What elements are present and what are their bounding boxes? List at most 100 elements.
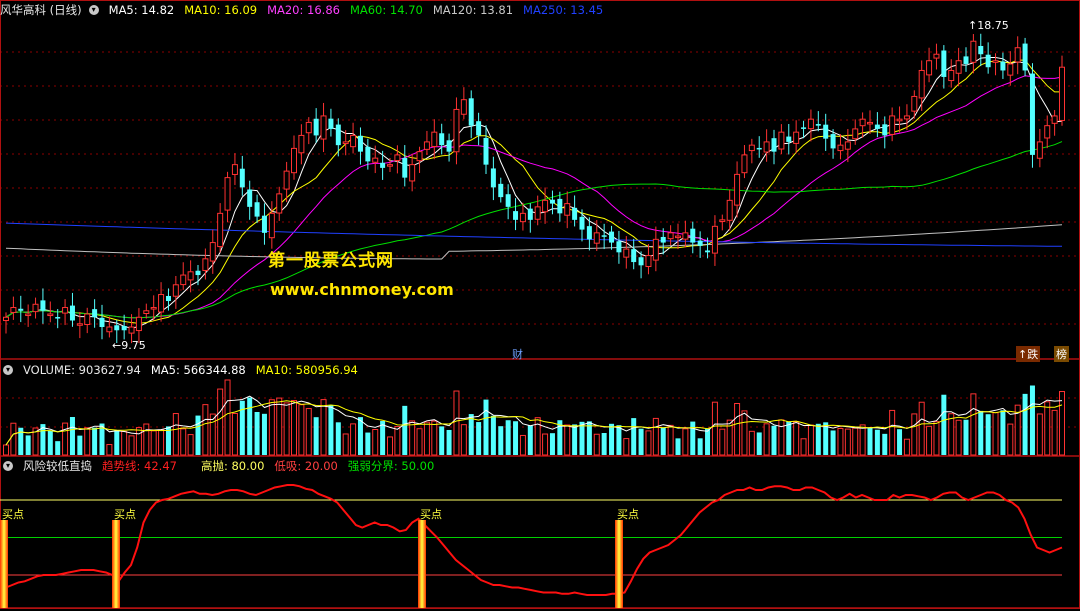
candle-body	[911, 95, 918, 112]
volume-bar	[815, 423, 821, 455]
candle-body	[519, 212, 526, 223]
candle-body	[224, 177, 231, 211]
candle-body	[609, 231, 615, 243]
volume-bar	[254, 411, 260, 455]
candle-body	[247, 189, 253, 207]
candle-body	[815, 124, 821, 126]
candle-body	[446, 140, 452, 152]
volume-bar	[852, 427, 859, 456]
candle-body	[992, 60, 999, 63]
volume-series	[3, 379, 1065, 456]
volume-bar	[985, 414, 991, 455]
moving-average-lines	[5, 57, 1063, 329]
volume-bar	[195, 415, 201, 455]
volume-bar	[10, 422, 17, 456]
volume-bar	[882, 433, 888, 455]
strength-divider-label: 强弱分界: 50.00	[347, 459, 435, 473]
volume-bar	[830, 430, 836, 455]
candle-body	[423, 141, 430, 150]
candle-body	[106, 326, 113, 333]
volume-bar	[209, 413, 216, 456]
candle-body	[143, 310, 150, 315]
candle-body	[756, 147, 762, 150]
volume-toggle-icon[interactable]: ▾	[3, 365, 13, 375]
ma20-label: MA20: 16.86	[267, 3, 340, 17]
candle-body	[926, 60, 933, 76]
ma10-line	[5, 59, 1062, 324]
volume-bar	[513, 421, 519, 455]
high-level-label: 高抛: 80.00	[200, 459, 265, 473]
candle-body	[10, 307, 17, 313]
candle-body	[572, 207, 578, 220]
volume-bar	[601, 432, 607, 455]
buy-signal-bar	[615, 520, 623, 608]
volume-bar	[291, 400, 297, 456]
candle-body	[313, 118, 319, 136]
candle-body	[638, 257, 644, 266]
volume-bar	[505, 420, 511, 455]
candle-body	[882, 124, 888, 136]
volume-bar	[645, 430, 652, 456]
candle-body	[99, 317, 105, 328]
volume-bar	[247, 397, 253, 455]
candle-body	[903, 115, 910, 120]
candle-body	[652, 238, 659, 261]
candle-body	[844, 141, 851, 150]
volume-bar	[897, 429, 903, 455]
candle-body	[357, 135, 363, 152]
candle-body	[793, 131, 800, 144]
volume-bar	[586, 421, 592, 455]
candle-body	[801, 127, 807, 129]
volume-bar	[84, 427, 91, 456]
buy-point-label: 买点	[114, 508, 136, 521]
volume-bar	[948, 413, 955, 456]
chart-stage[interactable]: 买点 买点 买点 买点	[0, 0, 1080, 611]
low-price-value: 9.75	[121, 339, 146, 352]
candle-body	[276, 193, 283, 214]
volume-bar	[652, 417, 659, 456]
volume-bar	[150, 430, 157, 456]
candle-body	[32, 303, 39, 313]
candle-body	[135, 316, 142, 332]
candle-body	[889, 115, 896, 135]
volume-bar	[1007, 423, 1014, 456]
volume-bar	[77, 435, 83, 455]
finance-marker[interactable]: 财	[512, 346, 523, 362]
volume-bar	[719, 428, 726, 456]
indicator-toggle-icon[interactable]: ▾	[3, 461, 13, 471]
volume-bar	[675, 438, 681, 455]
volume-bar	[859, 424, 866, 456]
volume-bar	[62, 422, 69, 456]
volume-bar	[380, 421, 386, 455]
candle-body	[807, 118, 814, 130]
candle-body	[948, 69, 955, 82]
buy-point-label: 买点	[420, 508, 442, 521]
candle-body	[690, 228, 696, 243]
candle-body	[631, 249, 637, 263]
candle-body	[1051, 115, 1058, 124]
candle-body	[18, 308, 24, 311]
volume-bar	[114, 430, 120, 455]
dragon-tiger-marker[interactable]: 榜	[1054, 346, 1069, 362]
buy-signal-bar	[418, 520, 426, 608]
volume-bar	[867, 427, 873, 455]
volume-bar	[926, 425, 933, 456]
volume-bar	[261, 413, 267, 455]
volume-bar	[409, 420, 416, 456]
candle-body	[239, 168, 245, 188]
volume-bar	[786, 421, 792, 455]
candle-body	[557, 198, 563, 214]
volume-bar	[342, 433, 349, 456]
candle-body	[62, 307, 69, 314]
limit-down-marker[interactable]: ↑跌	[1016, 346, 1041, 362]
settings-toggle-icon[interactable]: ▾	[88, 5, 99, 15]
candle-body	[719, 219, 726, 222]
candle-body	[505, 194, 511, 207]
volume-bar	[623, 438, 630, 456]
volume-bar	[335, 422, 341, 455]
candle-body	[254, 202, 260, 217]
candle-body	[682, 232, 689, 240]
volume-bar	[416, 428, 423, 456]
volume-bar	[187, 434, 194, 456]
candle-body	[40, 300, 46, 311]
